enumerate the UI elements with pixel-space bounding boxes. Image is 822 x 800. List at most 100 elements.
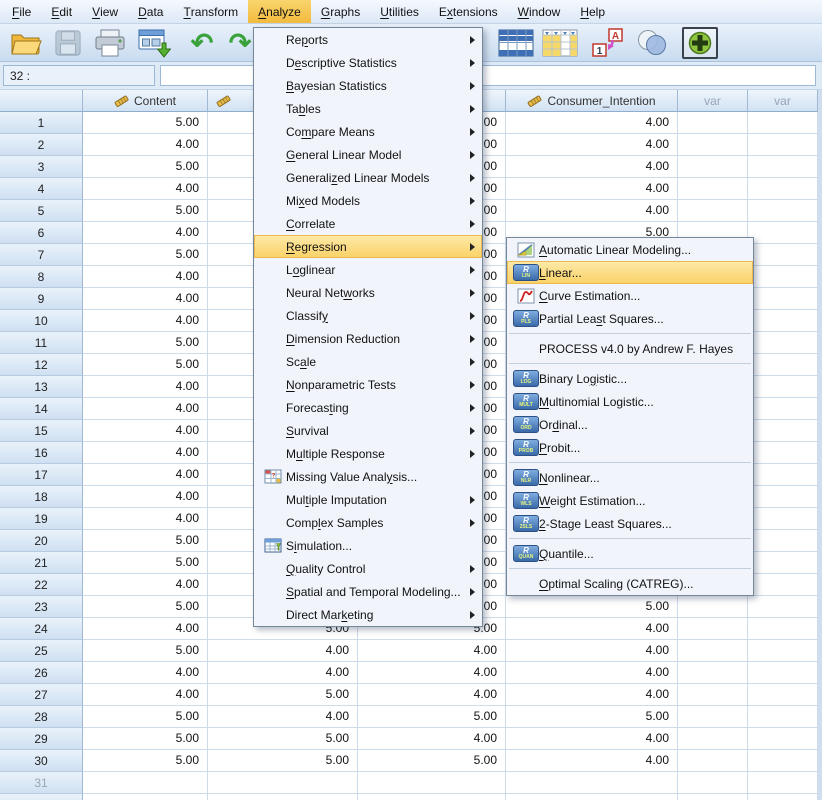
cell-var2-row19[interactable] [748, 508, 818, 530]
cell-v2-row28[interactable]: 4.00 [208, 706, 358, 728]
row-header-31[interactable]: 31 [0, 772, 83, 794]
cell-var2-row11[interactable] [748, 332, 818, 354]
cell-var1-row28[interactable] [678, 706, 748, 728]
analyze-menu-item-multiple-imputation[interactable]: Multiple Imputation [254, 488, 482, 511]
cell-ci-row24[interactable]: 4.00 [506, 618, 678, 640]
cell-content-row5[interactable]: 5.00 [83, 200, 208, 222]
cell-var2-row6[interactable] [748, 222, 818, 244]
save-icon[interactable] [50, 27, 86, 59]
cell-content-row9[interactable]: 4.00 [83, 288, 208, 310]
cell-var2-row18[interactable] [748, 486, 818, 508]
cell-ci-row3[interactable]: 4.00 [506, 156, 678, 178]
cell-var2-row24[interactable] [748, 618, 818, 640]
cell-content-row1[interactable]: 5.00 [83, 112, 208, 134]
cell-var1-row26[interactable] [678, 662, 748, 684]
analyze-menu-item-compare-means[interactable]: Compare Means [254, 120, 482, 143]
cell-v2-row30[interactable]: 5.00 [208, 750, 358, 772]
cell-var2-row4[interactable] [748, 178, 818, 200]
cell-var2-row15[interactable] [748, 420, 818, 442]
row-header-7[interactable]: 7 [0, 244, 83, 266]
print-icon[interactable] [92, 27, 128, 59]
analyze-menu-item-mixed-models[interactable]: Mixed Models [254, 189, 482, 212]
use-variable-sets-icon[interactable] [634, 27, 670, 59]
cell-content-row8[interactable]: 4.00 [83, 266, 208, 288]
cell-var2-row13[interactable] [748, 376, 818, 398]
cell-content-row19[interactable]: 4.00 [83, 508, 208, 530]
row-header-22[interactable]: 22 [0, 574, 83, 596]
row-header-26[interactable]: 26 [0, 662, 83, 684]
cell-var1-row23[interactable] [678, 596, 748, 618]
cell-content-row25[interactable]: 5.00 [83, 640, 208, 662]
row-header-12[interactable]: 12 [0, 354, 83, 376]
cell-var2-row8[interactable] [748, 266, 818, 288]
cell-content-row14[interactable]: 4.00 [83, 398, 208, 420]
column-header-content[interactable]: Content [83, 90, 208, 112]
cell-content-row30[interactable]: 5.00 [83, 750, 208, 772]
row-header-6[interactable]: 6 [0, 222, 83, 244]
row-header-27[interactable]: 27 [0, 684, 83, 706]
menubar-item-window[interactable]: Window [508, 0, 571, 23]
cell-content-row18[interactable]: 4.00 [83, 486, 208, 508]
menubar-item-file[interactable]: File [2, 0, 41, 23]
menubar-item-data[interactable]: Data [128, 0, 173, 23]
cell-var2-row5[interactable] [748, 200, 818, 222]
analyze-menu-item-bayesian-statistics[interactable]: Bayesian Statistics [254, 74, 482, 97]
cell-v3-row25[interactable]: 4.00 [358, 640, 506, 662]
analyze-menu-item-regression[interactable]: Regression [254, 235, 482, 258]
cell-var2-row12[interactable] [748, 354, 818, 376]
cell-ci-row28[interactable]: 5.00 [506, 706, 678, 728]
cell-var2-row25[interactable] [748, 640, 818, 662]
cell-v2-row32[interactable] [208, 794, 358, 800]
cell-v2-row25[interactable]: 4.00 [208, 640, 358, 662]
regression-submenu-item-optimal-scaling-catreg[interactable]: Optimal Scaling (CATREG)... [507, 572, 753, 595]
cell-var2-row30[interactable] [748, 750, 818, 772]
row-header-25[interactable]: 25 [0, 640, 83, 662]
cell-ci-row1[interactable]: 4.00 [506, 112, 678, 134]
row-header-16[interactable]: 16 [0, 442, 83, 464]
cell-content-row2[interactable]: 4.00 [83, 134, 208, 156]
analyze-menu-item-correlate[interactable]: Correlate [254, 212, 482, 235]
analyze-menu-item-missing-value-analysis[interactable]: ?Missing Value Analysis... [254, 465, 482, 488]
cell-var1-row27[interactable] [678, 684, 748, 706]
cell-v3-row26[interactable]: 4.00 [358, 662, 506, 684]
regression-submenu-item-ordinal[interactable]: RORDOrdinal... [507, 413, 753, 436]
analyze-menu-item-general-linear-model[interactable]: General Linear Model [254, 143, 482, 166]
cell-content-row4[interactable]: 4.00 [83, 178, 208, 200]
regression-submenu-item-weight-estimation[interactable]: RWLSWeight Estimation... [507, 489, 753, 512]
cell-var1-row25[interactable] [678, 640, 748, 662]
cell-content-row23[interactable]: 5.00 [83, 596, 208, 618]
cell-content-row31[interactable] [83, 772, 208, 794]
cell-ci-row2[interactable]: 4.00 [506, 134, 678, 156]
grid-corner-cell[interactable] [0, 90, 83, 112]
analyze-menu-item-multiple-response[interactable]: Multiple Response [254, 442, 482, 465]
show-all-variables-icon[interactable] [682, 27, 718, 59]
cell-ci-row23[interactable]: 5.00 [506, 596, 678, 618]
analyze-menu-item-classify[interactable]: Classify [254, 304, 482, 327]
row-header-18[interactable]: 18 [0, 486, 83, 508]
cell-content-row12[interactable]: 5.00 [83, 354, 208, 376]
row-header-11[interactable]: 11 [0, 332, 83, 354]
row-header-19[interactable]: 19 [0, 508, 83, 530]
row-header-23[interactable]: 23 [0, 596, 83, 618]
cell-content-row3[interactable]: 5.00 [83, 156, 208, 178]
cell-var2-row2[interactable] [748, 134, 818, 156]
row-header-20[interactable]: 20 [0, 530, 83, 552]
row-header-24[interactable]: 24 [0, 618, 83, 640]
analyze-menu-item-reports[interactable]: Reports [254, 28, 482, 51]
cell-var2-row23[interactable] [748, 596, 818, 618]
regression-submenu-item-curve-estimation[interactable]: Curve Estimation... [507, 284, 753, 307]
regression-submenu-item-partial-least-squares[interactable]: RPLSPartial Least Squares... [507, 307, 753, 330]
menubar-item-analyze[interactable]: Analyze [248, 0, 311, 23]
analyze-menu-item-quality-control[interactable]: Quality Control [254, 557, 482, 580]
analyze-menu-item-forecasting[interactable]: Forecasting [254, 396, 482, 419]
regression-submenu-item-multinomial-logistic[interactable]: RMULTMultinomial Logistic... [507, 390, 753, 413]
row-header-32[interactable]: 32 [0, 794, 83, 800]
row-header-3[interactable]: 3 [0, 156, 83, 178]
analyze-menu-item-survival[interactable]: Survival [254, 419, 482, 442]
row-header-28[interactable]: 28 [0, 706, 83, 728]
cell-ci-row30[interactable]: 4.00 [506, 750, 678, 772]
menubar-item-graphs[interactable]: Graphs [311, 0, 370, 23]
column-header-var[interactable]: var [748, 90, 818, 112]
row-header-10[interactable]: 10 [0, 310, 83, 332]
regression-submenu-item-binary-logistic[interactable]: RLOGBinary Logistic... [507, 367, 753, 390]
